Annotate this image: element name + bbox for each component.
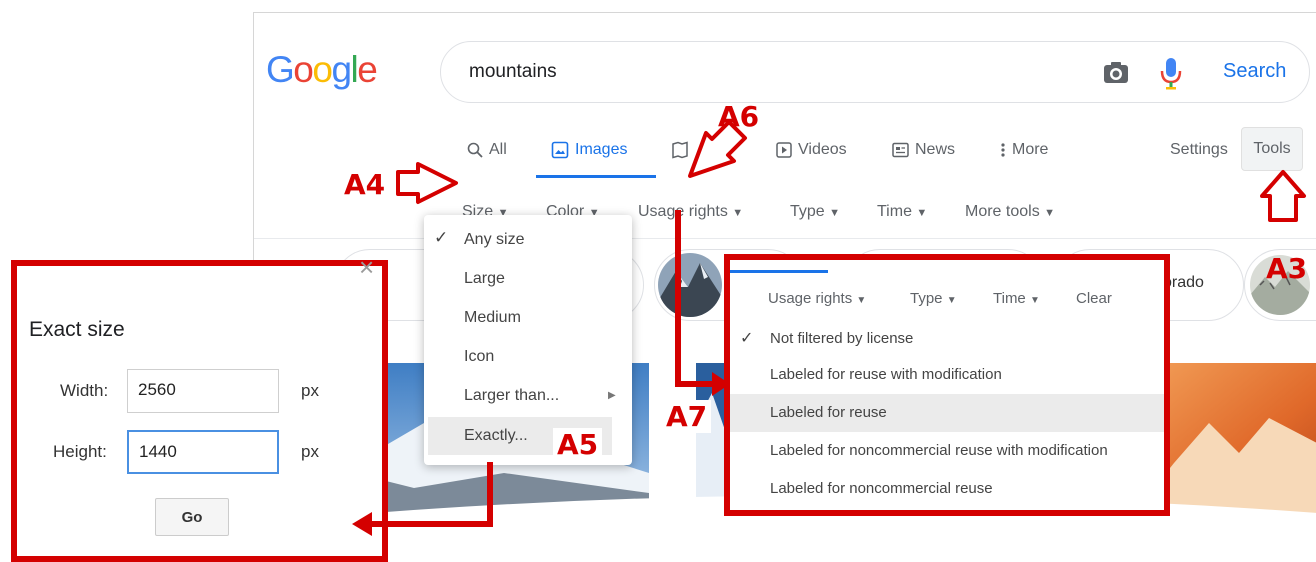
dropdown-arrow-icon: ▼	[829, 207, 841, 219]
tab-maps[interactable]: s	[671, 141, 727, 159]
usage-rights-panel: Usage rights ▼ Type ▼ Time ▼ Clear ✓ Not…	[724, 254, 1170, 516]
option-label: Labeled for reuse with modification	[770, 366, 1002, 383]
usage-option-reuse[interactable]: Labeled for reuse	[730, 394, 1164, 432]
tab-videos[interactable]: Videos	[776, 141, 847, 159]
annotation-label-a7: A7	[662, 400, 712, 433]
option-label: Not filtered by license	[770, 330, 914, 347]
height-unit: px	[301, 442, 319, 461]
tool-usage-rights[interactable]: Usage rights ▼	[638, 203, 743, 221]
go-button[interactable]: Go	[155, 498, 229, 536]
settings-link[interactable]: Settings	[1170, 141, 1228, 159]
exact-size-dialog: × Exact size Width: 2560 px Height: 1440…	[11, 252, 388, 562]
search-icon	[467, 142, 483, 158]
clear-button[interactable]: Clear	[1076, 290, 1112, 307]
dropdown-arrow-icon: ▼	[732, 207, 744, 219]
checkmark-icon: ✓	[434, 228, 449, 247]
tab-label: Videos	[798, 141, 847, 158]
annotation-label-a3: A3	[1266, 252, 1308, 285]
tab-label: News	[915, 141, 956, 158]
tool-more-tools[interactable]: More tools ▼	[965, 203, 1055, 221]
checkmark-icon: ✓	[740, 330, 754, 347]
dropdown-arrow-icon: ▼	[916, 207, 928, 219]
dropdown-arrow-icon: ▼	[1029, 295, 1040, 306]
map-icon	[672, 141, 688, 159]
option-label: Labeled for noncommercial reuse with mod…	[770, 442, 1108, 459]
annotation-label-a6: A6	[718, 100, 760, 133]
tab-label: s	[719, 141, 727, 158]
size-option-large[interactable]: Large	[424, 260, 632, 298]
usage-toolbar-usage-rights[interactable]: Usage rights ▼	[768, 290, 866, 307]
usage-toolbar-type[interactable]: Type ▼	[910, 290, 957, 307]
size-option-larger-than[interactable]: Larger than... ▶	[424, 377, 632, 415]
search-input[interactable]: mountains	[469, 61, 557, 83]
google-logo[interactable]: Google	[266, 49, 378, 91]
news-icon	[892, 142, 909, 158]
tab-label: Images	[575, 141, 628, 158]
width-unit: px	[301, 381, 319, 400]
usage-option-not-filtered[interactable]: ✓ Not filtered by license	[730, 320, 1164, 358]
tool-time[interactable]: Time ▼	[877, 203, 927, 221]
toolbar-divider	[254, 238, 1316, 239]
tool-label: Type	[910, 290, 943, 307]
tool-type[interactable]: Type ▼	[790, 203, 840, 221]
tab-more[interactable]: More	[1000, 141, 1048, 159]
option-label: Any size	[464, 231, 525, 248]
option-label: Icon	[464, 348, 495, 365]
dropdown-arrow-icon: ▼	[1044, 207, 1056, 219]
search-box[interactable]: mountains Search	[440, 41, 1310, 103]
tool-label: Type	[790, 203, 825, 220]
size-option-any-size[interactable]: ✓ Any size	[424, 221, 632, 259]
size-option-medium[interactable]: Medium	[424, 299, 632, 337]
height-label: Height:	[53, 442, 107, 461]
tool-label: Usage rights	[768, 290, 853, 307]
chip-thumbnail	[658, 253, 722, 317]
image-icon	[551, 141, 569, 159]
option-label: Exactly...	[464, 427, 528, 444]
usage-option-noncommercial[interactable]: Labeled for noncommercial reuse	[730, 470, 1164, 508]
tool-label: More tools	[965, 203, 1040, 220]
submenu-arrow-icon: ▶	[608, 390, 616, 401]
annotation-label-a4: A4	[344, 168, 386, 201]
width-label: Width:	[60, 381, 109, 400]
option-label: Medium	[464, 309, 521, 326]
size-option-icon[interactable]: Icon	[424, 338, 632, 376]
tools-button[interactable]: Tools	[1241, 127, 1303, 171]
tool-label: Usage rights	[638, 203, 728, 220]
option-label: Labeled for noncommercial reuse	[770, 480, 993, 497]
dropdown-arrow-icon: ▼	[946, 295, 957, 306]
microphone-icon[interactable]	[1159, 56, 1183, 90]
more-vert-icon	[1001, 143, 1005, 157]
tab-label: All	[489, 141, 507, 158]
tool-label: Time	[993, 290, 1026, 307]
dropdown-arrow-icon: ▼	[856, 295, 867, 306]
tool-label: Time	[877, 203, 912, 220]
tab-all[interactable]: All	[467, 141, 507, 159]
usage-option-reuse-modification[interactable]: Labeled for reuse with modification	[730, 356, 1164, 394]
width-input[interactable]: 2560	[127, 369, 279, 413]
option-label: Labeled for reuse	[770, 404, 887, 421]
annotation-label-a5: A5	[553, 428, 603, 461]
usage-toolbar-time[interactable]: Time ▼	[993, 290, 1040, 307]
tab-indicator	[730, 270, 828, 273]
height-input[interactable]: 1440	[127, 430, 279, 474]
active-tab-underline	[536, 175, 656, 178]
dialog-title: Exact size	[29, 318, 125, 341]
search-button[interactable]: Search	[1223, 60, 1286, 83]
tab-images[interactable]: Images	[551, 141, 627, 159]
option-label: Larger than...	[464, 387, 560, 404]
close-icon[interactable]: ×	[359, 252, 374, 283]
usage-option-noncommercial-modification[interactable]: Labeled for noncommercial reuse with mod…	[730, 432, 1164, 470]
option-label: Large	[464, 270, 505, 287]
tab-news[interactable]: News	[892, 141, 955, 159]
tab-label: More	[1012, 141, 1049, 158]
camera-icon[interactable]	[1101, 58, 1131, 88]
play-icon	[776, 142, 792, 158]
